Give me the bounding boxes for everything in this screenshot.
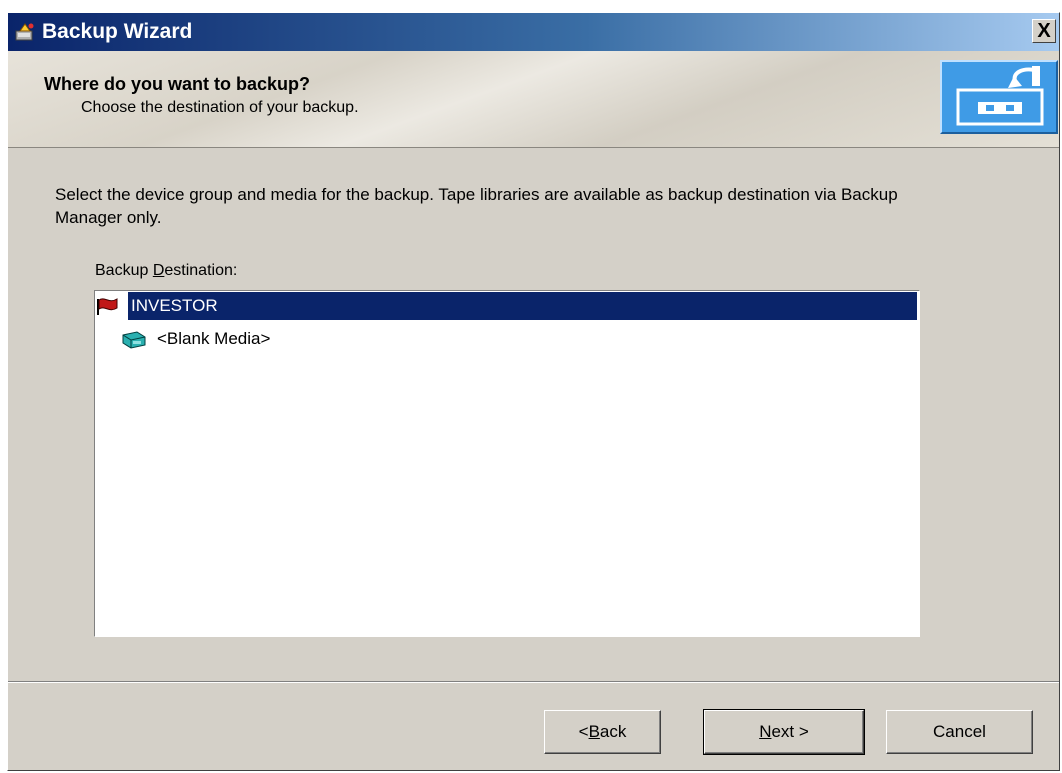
tree-item-label: <Blank Media> — [157, 329, 271, 348]
next-button-mnemonic: N — [759, 722, 772, 741]
backup-wizard-icon — [15, 23, 34, 41]
cancel-button[interactable]: Cancel — [886, 710, 1033, 754]
button-divider — [8, 681, 1059, 683]
back-button-prefix: < — [578, 722, 589, 741]
tree-item-label: INVESTOR — [128, 292, 917, 320]
media-cartridge-icon — [122, 331, 146, 349]
back-button-mnemonic: B — [588, 722, 600, 741]
label-suffix: estination: — [164, 262, 238, 279]
tree-item-blank-media[interactable]: <Blank Media> — [95, 325, 917, 355]
backup-destination-tree[interactable]: INVESTOR <Blank Media> — [94, 290, 920, 637]
wizard-header: Where do you want to backup? Choose the … — [8, 51, 1059, 148]
title-bar[interactable]: Backup Wizard X — [8, 13, 1059, 51]
close-icon: X — [1037, 20, 1051, 42]
close-button[interactable]: X — [1032, 19, 1056, 43]
page-subtitle: Choose the destination of your backup. — [81, 99, 359, 116]
window-title: Backup Wizard — [42, 20, 193, 43]
backup-wizard-window: Backup Wizard X Where do you want to bac… — [7, 12, 1060, 771]
instructions-text: Select the device group and media for th… — [55, 185, 898, 227]
backup-destination-label: Backup Destination: — [95, 262, 237, 280]
next-button[interactable]: Next > — [703, 709, 865, 755]
back-button[interactable]: < Back — [544, 710, 661, 754]
tree-item-investor[interactable]: INVESTOR — [95, 292, 917, 322]
label-prefix: Backup — [95, 262, 153, 279]
tape-backup-icon — [940, 60, 1058, 134]
device-group-flag-icon — [97, 298, 118, 315]
label-mnemonic: D — [152, 262, 165, 279]
next-button-suffix: ext > — [771, 722, 809, 741]
page-title: Where do you want to backup? — [44, 74, 311, 94]
back-button-suffix: ack — [599, 722, 627, 741]
